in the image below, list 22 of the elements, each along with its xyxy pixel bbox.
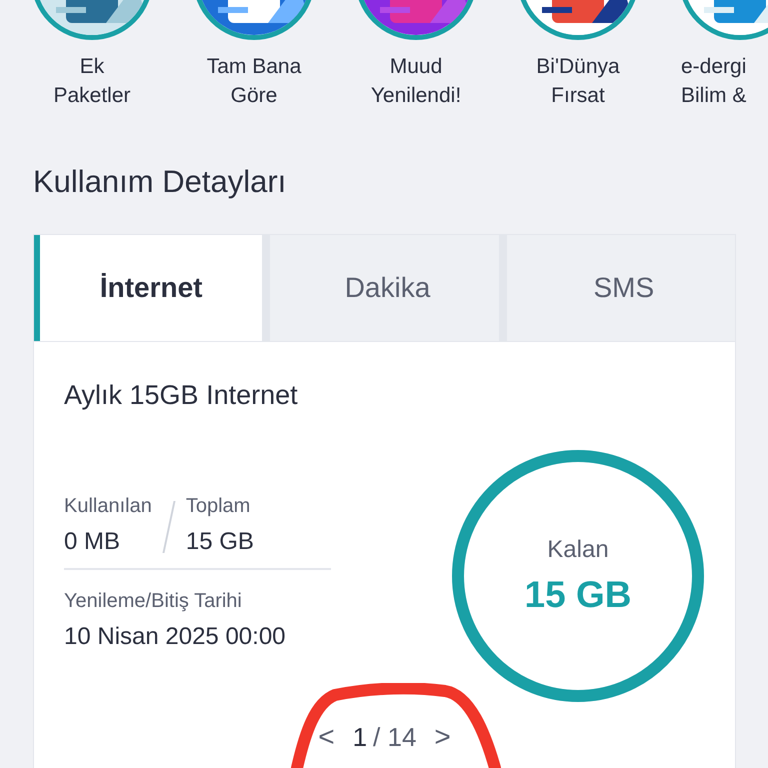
renewal-label: Yenileme/Bitiş Tarihi (64, 590, 243, 613)
total-value: 15 GB (186, 528, 254, 556)
story-label[interactable]: Tam Bana Göre (206, 52, 302, 110)
used-value: 0 MB (64, 528, 122, 556)
story-label[interactable]: Muud Yenilendi! (370, 52, 462, 110)
page-total: / 14 (373, 722, 416, 752)
story-label[interactable]: e-dergi Bilim & (681, 52, 746, 110)
tab[interactable]: Dakika (270, 235, 499, 341)
story-label[interactable]: Ek Paketler (53, 52, 131, 110)
remaining-label: Kalan (547, 536, 609, 564)
tab[interactable]: SMS (506, 235, 735, 341)
renewal-date: 10 Nisan 2025 00:00 (64, 623, 287, 651)
previous-button[interactable]: < (318, 721, 335, 753)
page-current: 1 (352, 722, 368, 752)
next-button[interactable]: > (434, 721, 451, 753)
remaining-value: 15 GB (524, 574, 632, 616)
total-label: Toplam (186, 495, 252, 518)
section-title: Kullanım Detayları (33, 164, 288, 200)
package-title: Aylık 15GB Internet (64, 380, 299, 411)
used-label: Kullanılan (64, 495, 152, 518)
story-label[interactable]: Bi'Dünya Fırsat (536, 52, 620, 110)
tab[interactable]: İnternet (34, 235, 262, 341)
